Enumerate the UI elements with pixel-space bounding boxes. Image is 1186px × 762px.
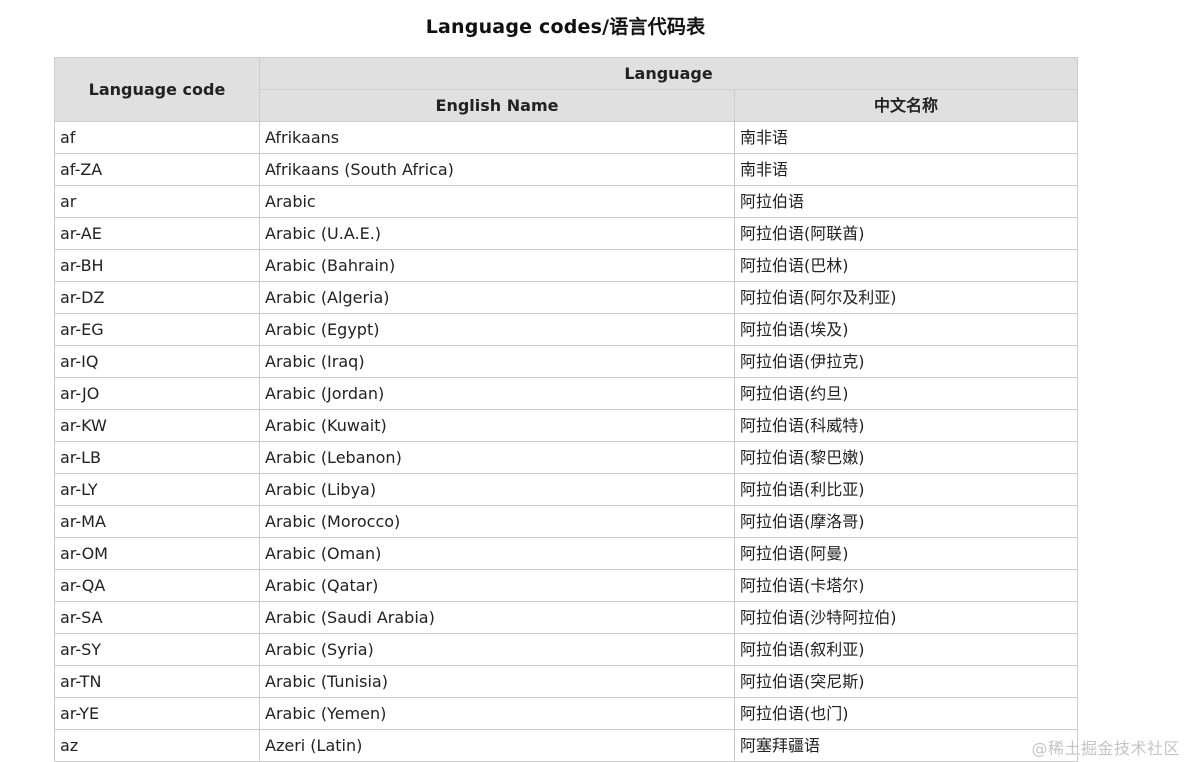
table-row: ar-SY Arabic (Syria) 阿拉伯语(叙利亚) bbox=[54, 633, 1079, 666]
table-row: ar-MA Arabic (Morocco) 阿拉伯语(摩洛哥) bbox=[54, 505, 1079, 538]
cell-english-name: Arabic (Lebanon) bbox=[259, 441, 735, 474]
cell-chinese-name: 阿拉伯语(约旦) bbox=[733, 377, 1079, 410]
table-body: af Afrikaans 南非语 af-ZA Afrikaans (South Afri… bbox=[54, 121, 1079, 762]
cell-english-name: Arabic (Oman) bbox=[259, 537, 735, 570]
cell-language-code: ar-LB bbox=[54, 441, 260, 474]
page-title: Language codes/语言代码表 bbox=[425, 16, 706, 38]
cell-chinese-name: 阿拉伯语(科威特) bbox=[733, 409, 1079, 442]
cell-chinese-name: 阿拉伯语 bbox=[733, 185, 1079, 218]
cell-chinese-name: 阿拉伯语(阿曼) bbox=[733, 537, 1079, 570]
column-header-chinese-name: 中文名称 bbox=[733, 89, 1079, 122]
cell-english-name: Arabic (Jordan) bbox=[259, 377, 735, 410]
table-row: ar-QA Arabic (Qatar) 阿拉伯语(卡塔尔) bbox=[54, 569, 1079, 602]
language-codes-table: Language code Language English Name 中文名称… bbox=[54, 57, 1079, 762]
cell-english-name: Azeri (Latin) bbox=[259, 729, 735, 762]
cell-language-code: af bbox=[54, 121, 260, 154]
cell-english-name: Arabic (Kuwait) bbox=[259, 409, 735, 442]
cell-english-name: Arabic (Bahrain) bbox=[259, 249, 735, 282]
cell-chinese-name: 阿拉伯语(埃及) bbox=[733, 313, 1079, 346]
cell-language-code: ar-QA bbox=[54, 569, 260, 602]
cell-language-code: ar-YE bbox=[54, 697, 260, 730]
table-row: ar-BH Arabic (Bahrain) 阿拉伯语(巴林) bbox=[54, 249, 1079, 282]
table-row: ar-TN Arabic (Tunisia) 阿拉伯语(突尼斯) bbox=[54, 665, 1079, 698]
table-row: ar-IQ Arabic (Iraq) 阿拉伯语(伊拉克) bbox=[54, 345, 1079, 378]
cell-language-code: ar-SY bbox=[54, 633, 260, 666]
table-row: af-ZA Afrikaans (South Africa) 南非语 bbox=[54, 153, 1079, 186]
cell-english-name: Arabic (Libya) bbox=[259, 473, 735, 506]
cell-language-code: ar-MA bbox=[54, 505, 260, 538]
cell-language-code: ar bbox=[54, 185, 260, 218]
table-row: az Azeri (Latin) 阿塞拜疆语 bbox=[54, 729, 1079, 762]
table-row: ar-OM Arabic (Oman) 阿拉伯语(阿曼) bbox=[54, 537, 1079, 570]
cell-language-code: ar-BH bbox=[54, 249, 260, 282]
table-row: ar-SA Arabic (Saudi Arabia) 阿拉伯语(沙特阿拉伯) bbox=[54, 601, 1079, 634]
cell-english-name: Arabic (Saudi Arabia) bbox=[259, 601, 735, 634]
cell-chinese-name: 阿拉伯语(阿尔及利亚) bbox=[733, 281, 1079, 314]
cell-chinese-name: 阿拉伯语(阿联酋) bbox=[733, 217, 1079, 250]
watermark: @稀土掘金技术社区 bbox=[1031, 739, 1180, 758]
cell-english-name: Arabic (Algeria) bbox=[259, 281, 735, 314]
column-group-language: Language bbox=[258, 57, 1079, 90]
table-row: ar-DZ Arabic (Algeria) 阿拉伯语(阿尔及利亚) bbox=[54, 281, 1079, 314]
cell-language-code: az bbox=[54, 729, 260, 762]
table-row: ar-EG Arabic (Egypt) 阿拉伯语(埃及) bbox=[54, 313, 1079, 346]
cell-chinese-name: 阿拉伯语(叙利亚) bbox=[733, 633, 1079, 666]
column-header-code: Language code bbox=[54, 57, 260, 122]
cell-chinese-name: 阿拉伯语(沙特阿拉伯) bbox=[733, 601, 1079, 634]
cell-chinese-name: 阿拉伯语(摩洛哥) bbox=[733, 505, 1079, 538]
cell-english-name: Afrikaans bbox=[259, 121, 735, 154]
table-row: ar Arabic 阿拉伯语 bbox=[54, 185, 1079, 218]
cell-language-code: ar-SA bbox=[54, 601, 260, 634]
column-header-english-name: English Name bbox=[259, 89, 735, 122]
cell-chinese-name: 阿拉伯语(巴林) bbox=[733, 249, 1079, 282]
cell-english-name: Arabic (U.A.E.) bbox=[259, 217, 735, 250]
cell-chinese-name: 阿拉伯语(也门) bbox=[733, 697, 1079, 730]
cell-language-code: ar-TN bbox=[54, 665, 260, 698]
cell-chinese-name: 阿拉伯语(利比亚) bbox=[733, 473, 1079, 506]
table-row: ar-JO Arabic (Jordan) 阿拉伯语(约旦) bbox=[54, 377, 1079, 410]
cell-chinese-name: 南非语 bbox=[733, 121, 1079, 154]
table-row: af Afrikaans 南非语 bbox=[54, 121, 1079, 154]
cell-english-name: Arabic (Iraq) bbox=[259, 345, 735, 378]
cell-english-name: Arabic (Syria) bbox=[259, 633, 735, 666]
cell-chinese-name: 阿拉伯语(突尼斯) bbox=[733, 665, 1079, 698]
cell-chinese-name: 南非语 bbox=[733, 153, 1079, 186]
page: Language codes/语言代码表 Language code Langu… bbox=[0, 0, 1186, 762]
cell-english-name: Afrikaans (South Africa) bbox=[259, 153, 735, 186]
cell-language-code: ar-OM bbox=[54, 537, 260, 570]
cell-english-name: Arabic bbox=[259, 185, 735, 218]
cell-language-code: ar-KW bbox=[54, 409, 260, 442]
cell-chinese-name: 阿塞拜疆语 bbox=[733, 729, 1079, 762]
cell-chinese-name: 阿拉伯语(卡塔尔) bbox=[733, 569, 1079, 602]
table-header: Language code Language English Name 中文名称 bbox=[54, 57, 1079, 122]
cell-language-code: ar-LY bbox=[54, 473, 260, 506]
table-row: ar-AE Arabic (U.A.E.) 阿拉伯语(阿联酋) bbox=[54, 217, 1079, 250]
cell-language-code: ar-JO bbox=[54, 377, 260, 410]
cell-language-code: af-ZA bbox=[54, 153, 260, 186]
cell-chinese-name: 阿拉伯语(黎巴嫩) bbox=[733, 441, 1079, 474]
table-row: ar-LB Arabic (Lebanon) 阿拉伯语(黎巴嫩) bbox=[54, 441, 1079, 474]
cell-english-name: Arabic (Egypt) bbox=[259, 313, 735, 346]
table-row: ar-LY Arabic (Libya) 阿拉伯语(利比亚) bbox=[54, 473, 1079, 506]
cell-language-code: ar-DZ bbox=[54, 281, 260, 314]
cell-english-name: Arabic (Yemen) bbox=[259, 697, 735, 730]
cell-chinese-name: 阿拉伯语(伊拉克) bbox=[733, 345, 1079, 378]
table-row: ar-KW Arabic (Kuwait) 阿拉伯语(科威特) bbox=[54, 409, 1079, 442]
cell-language-code: ar-AE bbox=[54, 217, 260, 250]
cell-language-code: ar-EG bbox=[54, 313, 260, 346]
cell-language-code: ar-IQ bbox=[54, 345, 260, 378]
cell-english-name: Arabic (Tunisia) bbox=[259, 665, 735, 698]
cell-english-name: Arabic (Morocco) bbox=[259, 505, 735, 538]
table-row: ar-YE Arabic (Yemen) 阿拉伯语(也门) bbox=[54, 697, 1079, 730]
cell-english-name: Arabic (Qatar) bbox=[259, 569, 735, 602]
